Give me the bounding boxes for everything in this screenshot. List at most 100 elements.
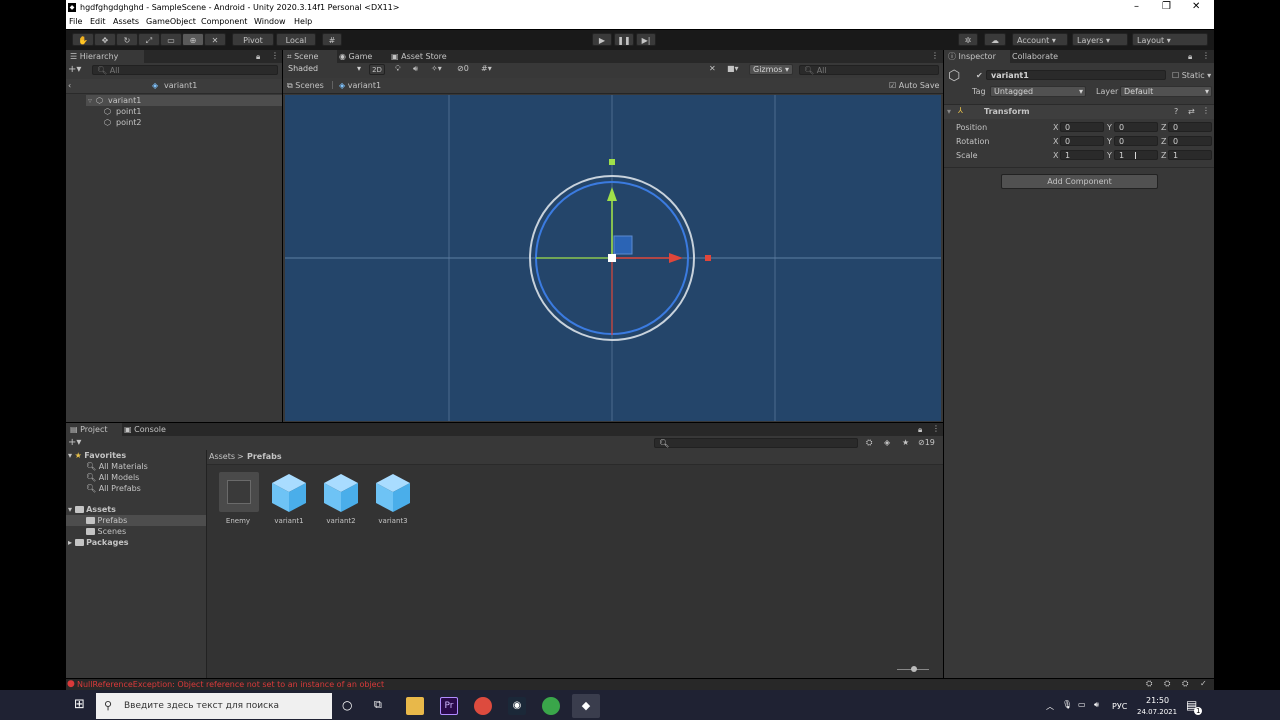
position-z-field[interactable]: 0 (1168, 122, 1212, 132)
lock-icon[interactable]: 🔒︎ (256, 52, 260, 62)
tab-scene[interactable]: ⌗ Scene (283, 50, 337, 63)
object-name-field[interactable]: variant1 (986, 70, 1166, 80)
menu-gameobject[interactable]: GameObject (146, 17, 196, 26)
rect-tool-icon[interactable]: ▭ (160, 33, 182, 46)
unity-taskbar-icon[interactable]: ◆ (572, 694, 600, 718)
position-y-field[interactable]: 0 (1114, 122, 1158, 132)
filter-label-icon[interactable]: ◈ (884, 438, 890, 447)
favorites-folder[interactable]: ▾ ★ Favorites (68, 451, 126, 460)
menu-assets[interactable]: Assets (113, 17, 139, 26)
menu-window[interactable]: Window (254, 17, 286, 26)
steam-icon[interactable]: ◉ (508, 697, 526, 715)
services-icon[interactable]: ✲ (958, 33, 978, 46)
file-explorer-icon[interactable] (406, 697, 424, 715)
pause-button[interactable]: ❚❚ (614, 33, 634, 46)
tab-asset-store[interactable]: ▣ Asset Store (387, 50, 455, 63)
back-arrow-icon[interactable]: ‹ (68, 81, 71, 90)
tools-icon[interactable]: ✕ (709, 64, 716, 73)
more-icon[interactable]: ⋮ (1202, 106, 1210, 115)
effects-icon[interactable]: ✧▾ (431, 64, 442, 73)
add-icon[interactable]: +▾ (68, 64, 81, 75)
prefab-cube-icon[interactable] (269, 472, 309, 514)
scale-tool-icon[interactable]: ⤢ (138, 33, 160, 46)
maximize-button[interactable]: ❐ (1162, 1, 1171, 12)
layout-dropdown[interactable]: Layout ▾ (1132, 33, 1208, 46)
tab-hierarchy[interactable]: ☰ Hierarchy (66, 50, 144, 63)
hierarchy-item-point1[interactable]: ⬡ point1 (104, 106, 264, 117)
center-handle[interactable] (608, 254, 616, 262)
mic-icon[interactable]: 🎙︎ (1062, 700, 1072, 709)
volume-icon[interactable]: 🔊︎ (1094, 700, 1099, 710)
transform-tool-icon[interactable]: ⊕ (182, 33, 204, 46)
grid-snap-icon[interactable]: # (322, 33, 342, 46)
taskbar-search-input[interactable]: ⚲ Введите здесь текст для поиска (96, 693, 332, 719)
more-icon[interactable]: ⋮ (271, 51, 279, 60)
minimize-button[interactable]: – (1134, 1, 1139, 12)
packages-folder[interactable]: ▸ Packages (68, 538, 129, 547)
scale-x-field[interactable]: 1 (1060, 150, 1104, 160)
prefab-cube-icon[interactable] (321, 472, 361, 514)
shading-dropdown[interactable]: Shaded ▾ (285, 64, 363, 75)
more-icon[interactable]: ⋮ (931, 51, 939, 60)
add-component-button[interactable]: Add Component (1001, 174, 1158, 189)
rotation-y-field[interactable]: 0 (1114, 136, 1158, 146)
collapse-arrow-icon[interactable]: ▾ (947, 107, 951, 116)
favorite-all-prefabs[interactable]: 🔍︎ All Prefabs (86, 484, 141, 493)
layers-dropdown[interactable]: Layers ▾ (1072, 33, 1128, 46)
help-icon[interactable]: ? (1174, 107, 1178, 116)
camera-icon[interactable]: ■▾ (727, 64, 739, 73)
menu-help[interactable]: Help (294, 17, 312, 26)
favorite-all-materials[interactable]: 🔍︎ All Materials (86, 462, 148, 471)
more-icon[interactable]: ⋮ (1202, 51, 1210, 60)
slider-thumb[interactable] (911, 666, 917, 672)
active-checkbox[interactable]: ✔ (976, 71, 983, 80)
utorrent-icon[interactable] (542, 697, 560, 715)
tag-dropdown[interactable]: Untagged ▾ (990, 86, 1086, 97)
tab-inspector[interactable]: ⓘ Inspector (944, 50, 1010, 63)
hidden-objects-icon[interactable]: ⊘0 (457, 64, 469, 73)
audio-icon[interactable]: 🔊︎ (413, 64, 418, 74)
language-indicator[interactable]: РУС (1112, 702, 1127, 711)
tab-game[interactable]: ◉ Game (335, 50, 383, 63)
custom-tool-icon[interactable]: ✕ (204, 33, 226, 46)
y-scale-handle[interactable] (609, 159, 615, 165)
menu-component[interactable]: Component (201, 17, 247, 26)
xy-plane-handle[interactable] (613, 235, 633, 255)
scene-search-input[interactable]: 🔍︎ All (799, 65, 939, 75)
local-toggle[interactable]: Local (276, 33, 316, 46)
add-icon[interactable]: +▾ (68, 437, 81, 448)
rotation-x-field[interactable]: 0 (1060, 136, 1104, 146)
chrome-icon[interactable] (474, 697, 492, 715)
progress-icon[interactable]: ⛭ (1164, 679, 1170, 689)
breadcrumb-prefabs[interactable]: Prefabs (247, 452, 282, 461)
position-x-field[interactable]: 0 (1060, 122, 1104, 132)
asset-enemy[interactable] (219, 472, 259, 512)
x-scale-handle[interactable] (705, 255, 711, 261)
lighting-icon[interactable]: 💡︎ (395, 64, 401, 74)
rotation-z-field[interactable]: 0 (1168, 136, 1212, 146)
close-button[interactable]: ✕ (1192, 1, 1200, 12)
expand-arrow-icon[interactable]: ▿ (88, 96, 92, 105)
windows-start-icon[interactable]: ⊞ (74, 697, 85, 712)
network-icon[interactable]: ▭ (1078, 700, 1086, 709)
lock-icon[interactable]: 🔒︎ (918, 425, 922, 435)
play-button[interactable]: ▶ (592, 33, 612, 46)
project-search-input[interactable]: 🔍︎ (654, 438, 858, 448)
hidden-packages-icon[interactable]: ⊘19 (918, 438, 935, 447)
folder-prefabs[interactable]: Prefabs (66, 515, 206, 526)
cache-icon[interactable]: ⛭ (1182, 679, 1188, 689)
tab-console[interactable]: ▣ Console (120, 423, 178, 436)
scenes-breadcrumb[interactable]: ⧉ Scenes (287, 81, 324, 91)
menu-edit[interactable]: Edit (90, 17, 106, 26)
task-view-icon[interactable]: ⧉ (374, 698, 382, 712)
clock-date[interactable]: 24.07.2021 (1137, 708, 1177, 716)
prefab-cube-icon[interactable] (373, 472, 413, 514)
account-dropdown[interactable]: Account ▾ (1012, 33, 1068, 46)
hierarchy-search-input[interactable]: 🔍︎ All (92, 65, 278, 75)
static-toggle[interactable]: ☐ Static ▾ (1172, 71, 1211, 80)
scale-z-field[interactable]: 1 (1168, 150, 1212, 160)
hand-tool-icon[interactable]: ✋ (72, 33, 94, 46)
filter-type-icon[interactable]: ⛭ (866, 438, 872, 448)
move-tool-icon[interactable]: ✥ (94, 33, 116, 46)
step-button[interactable]: ▶| (636, 33, 656, 46)
